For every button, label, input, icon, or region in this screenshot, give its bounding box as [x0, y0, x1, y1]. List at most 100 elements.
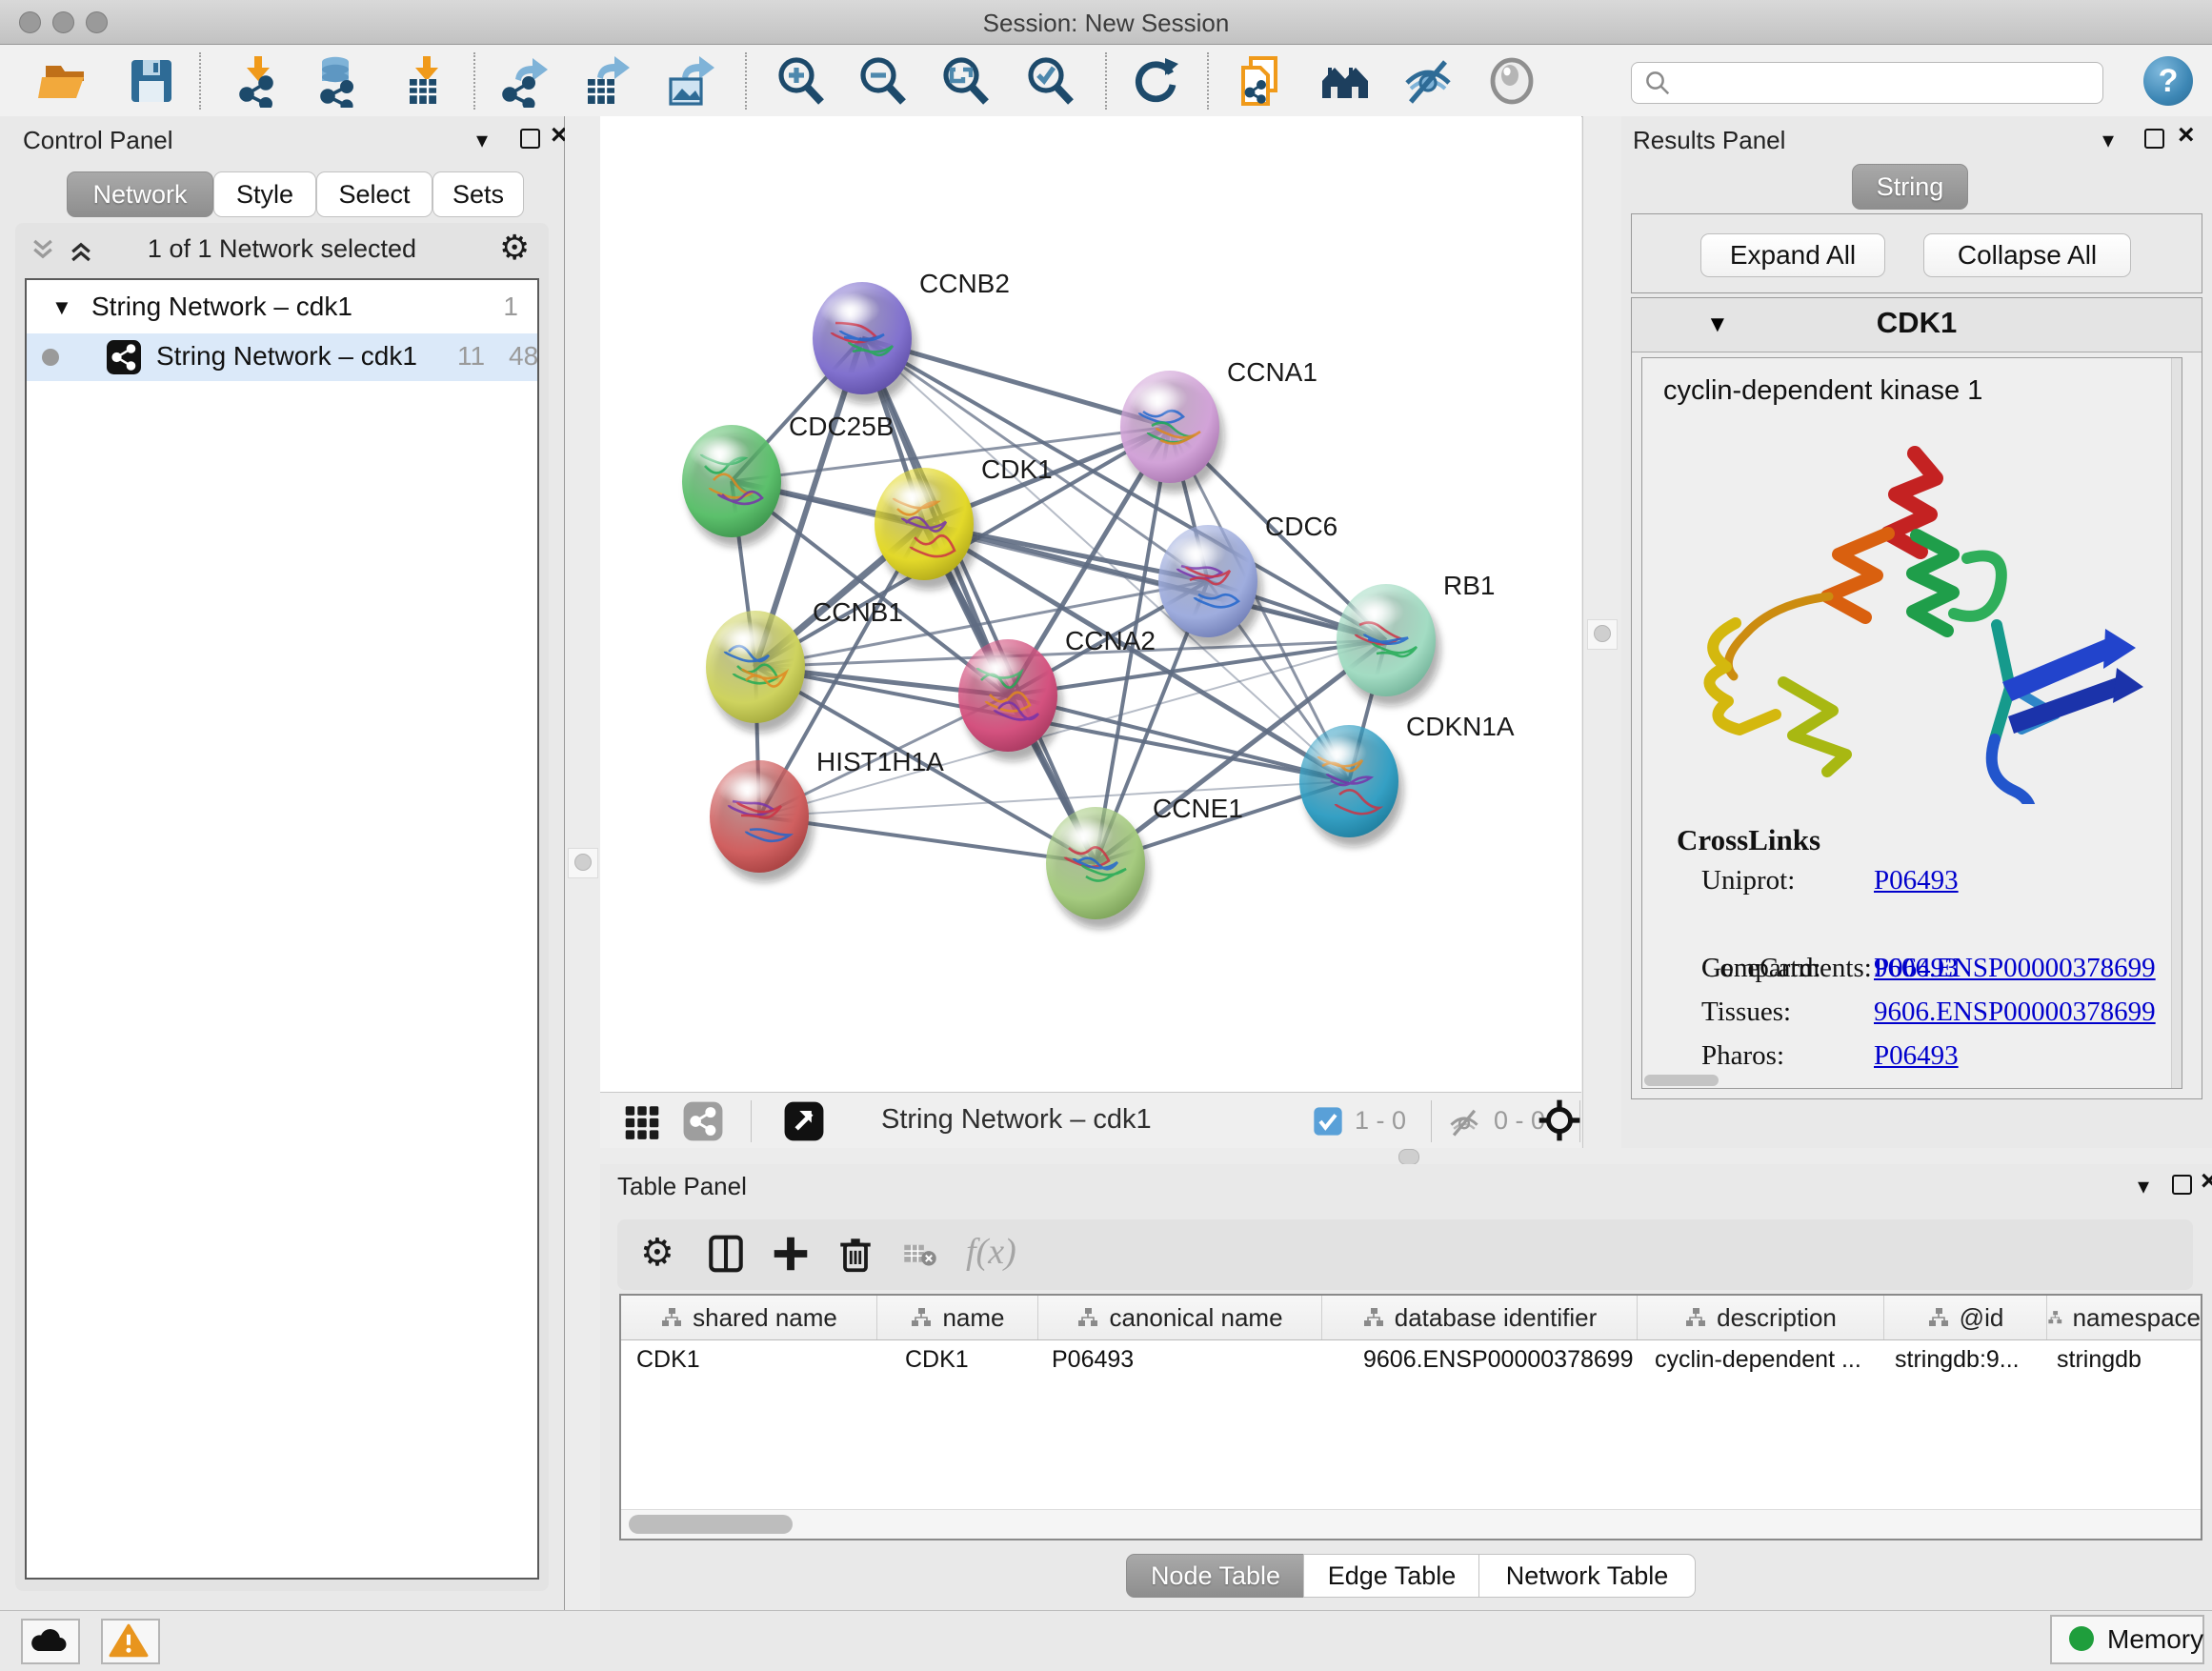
zoom-out-button[interactable] — [855, 54, 909, 108]
table-panel-splitter[interactable] — [600, 1148, 2212, 1164]
clone-network-button[interactable] — [1234, 54, 1287, 108]
selected-checkbox-icon[interactable] — [1313, 1106, 1343, 1137]
scrollbar-thumb[interactable] — [629, 1515, 793, 1534]
export-network-button[interactable] — [496, 54, 550, 108]
panel-float-icon[interactable]: ▾ — [2102, 130, 2114, 152]
tab-style[interactable]: Style — [213, 171, 316, 217]
collapse-all-button[interactable]: Collapse All — [1923, 233, 2131, 277]
add-column-icon[interactable] — [770, 1233, 812, 1275]
open-session-button[interactable] — [38, 54, 91, 108]
network-node-ccnb1[interactable]: CCNB1 — [706, 597, 903, 733]
network-graph[interactable]: CCNB2CCNA1CDC25BCDK1CDC6RB1CCNB1CCNA2CDK… — [600, 116, 1581, 1092]
table-horizontal-scrollbar[interactable] — [621, 1509, 2201, 1539]
grid-view-icon[interactable] — [621, 1100, 663, 1142]
horizontal-scrollbar-thumb[interactable] — [1644, 1075, 1719, 1086]
crosslink-pharos[interactable]: P06493 — [1874, 1040, 1959, 1072]
column-header[interactable]: name — [877, 1296, 1038, 1339]
tree-expand-icon[interactable]: ▼ — [51, 295, 72, 320]
show-columns-icon[interactable] — [705, 1233, 747, 1275]
tab-sets[interactable]: Sets — [432, 171, 524, 217]
memory-label: Memory — [2107, 1624, 2203, 1655]
network-node-rb1[interactable]: RB1 — [1337, 571, 1495, 706]
network-collection-row[interactable]: ▼ String Network – cdk1 1 — [27, 284, 537, 332]
warnings-button[interactable] — [101, 1619, 160, 1664]
cell-id[interactable]: stringdb:9... — [1880, 1340, 2041, 1380]
zoom-in-button[interactable] — [774, 54, 827, 108]
splitter-grip[interactable] — [1587, 619, 1618, 650]
cell-database-identifier[interactable]: 9606.ENSP00000378699 — [1319, 1340, 1634, 1380]
panel-float-icon[interactable]: ▾ — [2138, 1176, 2149, 1198]
vertical-scrollbar[interactable] — [2171, 358, 2182, 1088]
import-network-button[interactable] — [231, 54, 285, 108]
import-network-icon — [231, 54, 285, 108]
delete-column-icon[interactable] — [835, 1233, 876, 1275]
cell-namespace[interactable]: stringdb — [2041, 1340, 2201, 1380]
network-options-gear-icon[interactable]: ⚙ — [499, 229, 530, 268]
zoom-selected-button[interactable] — [1023, 54, 1076, 108]
crosslink-tissues[interactable]: 9606.ENSP00000378699 — [1874, 997, 2156, 1028]
gene-header[interactable]: ▼ CDK1 — [1632, 298, 2202, 352]
import-database-button[interactable] — [311, 54, 364, 108]
splitter-grip[interactable] — [1398, 1149, 1419, 1165]
node-label: CCNA2 — [1065, 626, 1156, 655]
search-field[interactable] — [1631, 62, 2103, 104]
tab-edge-table[interactable]: Edge Table — [1303, 1554, 1480, 1598]
node-label: CDC25B — [789, 412, 894, 441]
cell-name[interactable]: CDK1 — [876, 1340, 1036, 1380]
table-options-gear-icon[interactable]: ⚙ — [640, 1231, 674, 1275]
network-node-cdk1[interactable]: CDK1 — [875, 454, 1053, 590]
crosslink-compartments[interactable]: 9606.ENSP00000378699 — [1874, 953, 2156, 984]
cell-description[interactable]: cyclin-dependent ... — [1634, 1340, 1880, 1380]
cell-shared-name[interactable]: CDK1 — [621, 1340, 876, 1380]
expand-all-button[interactable]: Expand All — [1700, 233, 1885, 277]
column-header[interactable]: database identifier — [1322, 1296, 1638, 1339]
tab-network[interactable]: Network — [67, 171, 213, 217]
cloud-button[interactable] — [21, 1619, 80, 1664]
refresh-view-button[interactable] — [1129, 54, 1182, 108]
panel-float-icon[interactable]: ▾ — [476, 130, 488, 152]
panel-close-icon[interactable]: × — [2201, 1171, 2212, 1192]
export-table-button[interactable] — [578, 54, 632, 108]
show-graphics-button[interactable] — [1485, 54, 1538, 108]
network-row-selected[interactable]: String Network – cdk1 11 48 — [27, 333, 537, 381]
network-node-hist1h1a[interactable]: HIST1H1A — [710, 747, 944, 882]
export-image-button[interactable] — [663, 54, 716, 108]
crosslink-uniprot[interactable]: P06493 — [1874, 865, 1959, 896]
panel-maximize-icon[interactable] — [2144, 129, 2164, 149]
network-node-ccna1[interactable]: CCNA1 — [1120, 357, 1317, 493]
splitter-grip[interactable] — [568, 848, 598, 878]
home-button[interactable] — [1318, 54, 1372, 108]
save-session-button[interactable] — [124, 54, 177, 108]
network-node-ccne1[interactable]: CCNE1 — [1046, 794, 1243, 929]
column-header[interactable]: canonical name — [1038, 1296, 1322, 1339]
column-header[interactable]: shared name — [621, 1296, 877, 1339]
network-canvas[interactable]: CCNB2CCNA1CDC25BCDK1CDC6RB1CCNB1CCNA2CDK… — [600, 116, 1581, 1092]
right-splitter[interactable] — [1582, 116, 1622, 1148]
panel-close-icon[interactable]: × — [2178, 125, 2195, 146]
table-panel-title: Table Panel — [617, 1172, 747, 1201]
network-view-icon[interactable] — [682, 1100, 724, 1142]
left-splitter[interactable] — [565, 116, 602, 1148]
network-node-cdc6[interactable]: CDC6 — [1158, 512, 1337, 647]
column-header[interactable]: description — [1638, 1296, 1884, 1339]
tab-select[interactable]: Select — [316, 171, 432, 217]
gene-symbol: CDK1 — [1632, 306, 2202, 340]
import-table-button[interactable] — [398, 54, 452, 108]
tab-string[interactable]: String — [1852, 164, 1968, 210]
panel-maximize-icon[interactable] — [2172, 1175, 2192, 1195]
cell-canonical-name[interactable]: P06493 — [1036, 1340, 1319, 1380]
tab-node-table[interactable]: Node Table — [1126, 1554, 1305, 1598]
panel-maximize-icon[interactable] — [520, 129, 540, 149]
column-header[interactable]: @id — [1884, 1296, 2047, 1339]
hide-unhide-button[interactable] — [1401, 54, 1455, 108]
column-header[interactable]: namespace — [2047, 1296, 2201, 1339]
network-node-cdkn1a[interactable]: CDKN1A — [1299, 712, 1515, 847]
delete-table-icon — [903, 1240, 937, 1269]
table-row[interactable]: CDK1 CDK1 P06493 9606.ENSP00000378699 cy… — [621, 1340, 2201, 1380]
memory-button[interactable]: Memory — [2050, 1615, 2204, 1664]
help-button[interactable]: ? — [2143, 56, 2193, 106]
birds-eye-view-icon[interactable] — [783, 1100, 825, 1142]
zoom-fit-button[interactable] — [938, 54, 992, 108]
pan-crosshair-icon[interactable] — [1538, 1098, 1581, 1142]
tab-network-table[interactable]: Network Table — [1478, 1554, 1696, 1598]
